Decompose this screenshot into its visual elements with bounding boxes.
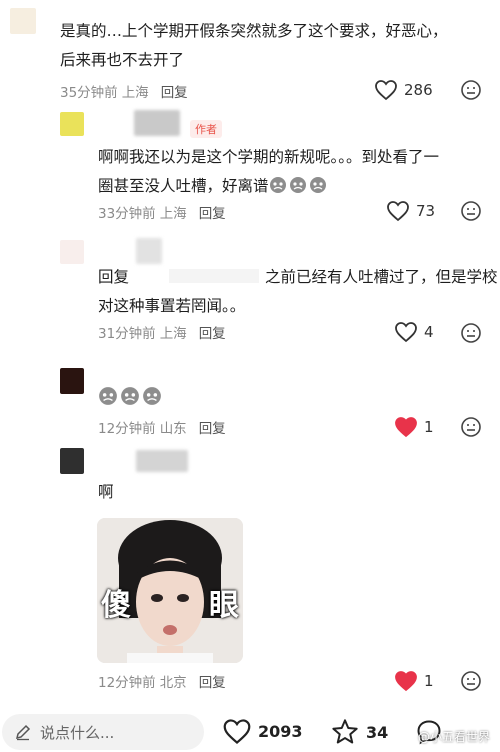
sad-face-emoji-icon: [289, 177, 306, 193]
bottom-action-bar: 说点什么... 2093 34 @小五看世界: [0, 710, 500, 752]
emoji-row: [98, 386, 164, 407]
comment-text: 是真的…上个学期开假条突然就多了这个要求，好恶心， 后来再也不去开了: [60, 22, 448, 69]
heart-outline-icon: [394, 321, 418, 343]
like-count: 286: [404, 81, 433, 99]
comment-text: 回复 之前已经有人吐槽过了，但是学校 对这种事置若罔闻。。: [98, 268, 498, 315]
comment-location: 山东: [159, 421, 187, 437]
like-button[interactable]: 1: [394, 416, 434, 438]
comment-input-placeholder: 说点什么...: [40, 723, 115, 742]
comment-meta: 12分钟前 北京 回复: [98, 671, 226, 691]
sticker-caption-left: 傻: [101, 588, 131, 623]
post-like-button[interactable]: 2093: [222, 718, 303, 745]
comment-text: 啊: [98, 483, 114, 501]
mentioned-user-blurred[interactable]: [169, 269, 260, 283]
comment-location: 北京: [159, 675, 187, 691]
avatar[interactable]: [60, 112, 84, 136]
username-blurred[interactable]: [134, 110, 180, 136]
comment-meta: 33分钟前 上海 回复: [98, 202, 226, 222]
avatar[interactable]: [60, 368, 84, 394]
sad-face-emoji-icon: [121, 387, 139, 405]
sad-face-emoji-icon: [269, 177, 286, 193]
author-badge: 作者: [190, 120, 222, 138]
comment-meta: 31分钟前 上海 回复: [98, 322, 226, 342]
heart-outline-icon: [386, 200, 410, 222]
comment-time: 12分钟前: [98, 421, 156, 437]
dislike-face-icon[interactable]: [460, 79, 482, 101]
dislike-face-icon[interactable]: [460, 322, 482, 344]
like-button[interactable]: 4: [394, 321, 434, 343]
avatar[interactable]: [60, 240, 84, 264]
heart-outline-icon: [222, 718, 252, 745]
reply-button[interactable]: 回复: [199, 202, 226, 222]
watermark: @小五看世界: [417, 730, 490, 744]
emoji-row: [269, 177, 329, 195]
like-button[interactable]: 1: [394, 670, 434, 692]
sad-face-emoji-icon: [99, 387, 117, 405]
reply-button[interactable]: 回复: [199, 322, 226, 342]
comment-time: 33分钟前: [98, 206, 156, 222]
heart-outline-icon: [374, 79, 398, 101]
reply-button[interactable]: 回复: [199, 417, 226, 437]
sad-face-emoji-icon: [309, 177, 326, 193]
sticker-caption-right: 眼: [209, 588, 239, 623]
reply-button[interactable]: 回复: [199, 671, 226, 691]
heart-filled-icon: [394, 416, 418, 438]
comment-location: 上海: [159, 326, 187, 342]
heart-filled-icon: [394, 670, 418, 692]
comment-time: 35分钟前: [60, 85, 118, 101]
comment-meta: 35分钟前 上海 回复: [60, 81, 188, 101]
avatar[interactable]: [60, 448, 84, 474]
dislike-face-icon[interactable]: [460, 670, 482, 692]
pencil-icon: [14, 723, 32, 741]
comment-text: 啊啊我还以为是这个学期的新规呢。。。到处看了一 圈甚至没人吐槽，好离谱: [98, 148, 440, 195]
star-outline-icon: [330, 718, 360, 746]
like-count: 1: [424, 418, 434, 436]
like-button[interactable]: 73: [386, 200, 435, 222]
post-like-count: 2093: [258, 722, 303, 741]
like-count: 4: [424, 323, 434, 341]
post-favorite-count: 34: [366, 722, 389, 742]
like-count: 73: [416, 202, 436, 220]
username-blurred[interactable]: [136, 450, 188, 472]
like-count: 1: [424, 672, 434, 690]
comment-input[interactable]: 说点什么...: [2, 714, 204, 750]
reply-button[interactable]: 回复: [161, 81, 188, 101]
post-favorite-button[interactable]: 34: [330, 718, 388, 746]
dislike-face-icon[interactable]: [460, 416, 482, 438]
comment-location: 上海: [159, 206, 187, 222]
comment-location: 上海: [121, 85, 149, 101]
avatar[interactable]: [10, 8, 36, 34]
comment-time: 12分钟前: [98, 675, 156, 691]
reply-prefix: 回复: [98, 268, 130, 286]
comment-time: 31分钟前: [98, 326, 156, 342]
comment-meta: 12分钟前 山东 回复: [98, 417, 226, 437]
sticker-image[interactable]: 傻 眼: [97, 518, 243, 663]
username-blurred[interactable]: [136, 238, 162, 264]
sad-face-emoji-icon: [143, 387, 161, 405]
like-button[interactable]: 286: [374, 79, 433, 101]
dislike-face-icon[interactable]: [460, 200, 482, 222]
